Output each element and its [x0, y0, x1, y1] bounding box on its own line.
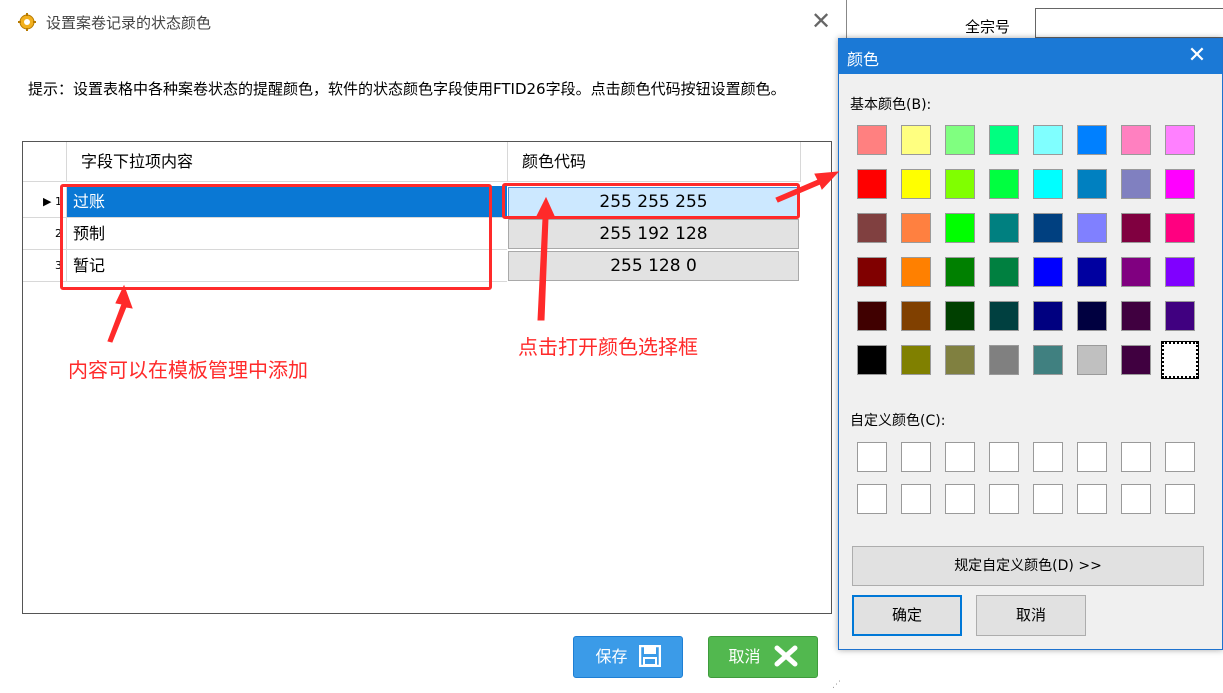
resize-grip-icon[interactable]: ⋰: [832, 680, 841, 690]
basic-color-swatch[interactable]: [857, 213, 887, 243]
custom-colors-label: 自定义颜色(C):: [850, 413, 946, 429]
basic-color-swatch[interactable]: [945, 257, 975, 287]
hint-text: 提示：设置表格中各种案卷状态的提醒颜色，软件的状态颜色字段使用FTID26字段。…: [28, 80, 786, 98]
basic-color-swatch[interactable]: [857, 125, 887, 155]
basic-color-swatch[interactable]: [945, 169, 975, 199]
ok-button[interactable]: 确定: [852, 595, 962, 636]
custom-color-swatch[interactable]: [857, 484, 887, 514]
basic-color-swatch[interactable]: [1077, 213, 1107, 243]
basic-color-swatch[interactable]: [901, 301, 931, 331]
close-x-icon: [774, 645, 798, 667]
basic-color-swatch[interactable]: [1121, 301, 1151, 331]
custom-color-swatch[interactable]: [901, 484, 931, 514]
basic-color-swatch[interactable]: [1121, 257, 1151, 287]
basic-color-swatch[interactable]: [989, 213, 1019, 243]
custom-color-swatch[interactable]: [989, 442, 1019, 472]
column-header-color-code[interactable]: 颜色代码: [508, 142, 801, 182]
save-label: 保存: [595, 647, 628, 666]
custom-color-swatch[interactable]: [945, 484, 975, 514]
basic-color-swatch[interactable]: [1033, 125, 1063, 155]
basic-color-swatch[interactable]: [857, 257, 887, 287]
custom-color-swatch[interactable]: [1165, 442, 1195, 472]
custom-color-swatch[interactable]: [1077, 484, 1107, 514]
basic-color-swatch[interactable]: [1165, 169, 1195, 199]
cancel-button[interactable]: 取消: [976, 595, 1086, 636]
custom-color-swatch[interactable]: [1165, 484, 1195, 514]
basic-color-swatch[interactable]: [1121, 125, 1151, 155]
basic-color-swatch[interactable]: [945, 301, 975, 331]
basic-color-swatch[interactable]: [989, 257, 1019, 287]
basic-color-swatch[interactable]: [989, 345, 1019, 375]
basic-color-swatch[interactable]: [1121, 169, 1151, 199]
status-color-dialog: 设置案卷记录的状态颜色 ✕ 提示：设置表格中各种案卷状态的提醒颜色，软件的状态颜…: [0, 0, 846, 693]
basic-color-swatch[interactable]: [945, 213, 975, 243]
basic-color-swatch[interactable]: [1033, 213, 1063, 243]
define-custom-colors-button[interactable]: 规定自定义颜色(D) >>: [852, 546, 1204, 586]
fonds-number-label: 全宗号: [965, 18, 1011, 36]
basic-color-swatch[interactable]: [945, 125, 975, 155]
custom-color-swatch[interactable]: [1121, 442, 1151, 472]
basic-color-swatch[interactable]: [1165, 125, 1195, 155]
basic-color-swatch[interactable]: [1165, 257, 1195, 287]
save-button[interactable]: 保存: [573, 636, 683, 678]
basic-color-swatch[interactable]: [1161, 341, 1199, 379]
click-annotation: 点击打开颜色选择框: [518, 335, 698, 359]
basic-color-swatch[interactable]: [1077, 125, 1107, 155]
basic-color-swatch[interactable]: [989, 125, 1019, 155]
basic-color-swatch[interactable]: [901, 169, 931, 199]
cancel-button[interactable]: 取消: [708, 636, 818, 678]
content-annotation: 内容可以在模板管理中添加: [68, 358, 308, 382]
custom-color-swatch[interactable]: [857, 442, 887, 472]
basic-color-swatch[interactable]: [1077, 169, 1107, 199]
custom-color-swatch[interactable]: [945, 442, 975, 472]
custom-color-swatch[interactable]: [989, 484, 1019, 514]
basic-color-swatch[interactable]: [1077, 257, 1107, 287]
basic-color-swatch[interactable]: [901, 125, 931, 155]
floppy-disk-icon: [638, 644, 661, 668]
color-picker-dialog: 颜色 ✕ 基本颜色(B): 自定义颜色(C): 规定自定义颜色(D) >> 确定…: [838, 38, 1223, 650]
basic-color-swatch[interactable]: [857, 345, 887, 375]
color-code-highlight-box: [502, 183, 800, 219]
basic-color-swatch[interactable]: [1033, 257, 1063, 287]
basic-color-swatch[interactable]: [1077, 345, 1107, 375]
close-icon[interactable]: ✕: [1179, 41, 1215, 71]
basic-color-swatch[interactable]: [1121, 213, 1151, 243]
custom-color-swatch[interactable]: [1121, 484, 1151, 514]
fonds-number-input[interactable]: [1035, 8, 1223, 38]
row-header-corner: [23, 142, 67, 182]
column-header-content[interactable]: 字段下拉项内容: [67, 142, 508, 182]
content-highlight-box: [60, 184, 492, 290]
basic-color-swatch[interactable]: [989, 169, 1019, 199]
basic-color-swatch[interactable]: [1165, 213, 1195, 243]
gear-icon: [18, 13, 36, 31]
basic-colors-label: 基本颜色(B):: [850, 97, 932, 113]
basic-color-swatch[interactable]: [1077, 301, 1107, 331]
custom-color-swatch[interactable]: [901, 442, 931, 472]
color-code-button[interactable]: 255 192 128: [508, 219, 799, 249]
color-code-button[interactable]: 255 128 0: [508, 251, 799, 281]
basic-color-swatch[interactable]: [857, 169, 887, 199]
custom-color-swatch[interactable]: [1077, 442, 1107, 472]
basic-color-swatch[interactable]: [1033, 345, 1063, 375]
close-icon[interactable]: ✕: [806, 8, 836, 34]
basic-color-swatch[interactable]: [1033, 301, 1063, 331]
custom-color-swatch[interactable]: [1033, 484, 1063, 514]
basic-color-swatch[interactable]: [901, 257, 931, 287]
basic-color-swatch[interactable]: [1165, 301, 1195, 331]
current-row-icon: ▶: [43, 195, 52, 208]
custom-color-swatch[interactable]: [1033, 442, 1063, 472]
dialog-title: 设置案卷记录的状态颜色: [46, 14, 212, 32]
color-dialog-titlebar: 颜色 ✕: [839, 39, 1222, 74]
basic-color-swatch[interactable]: [1121, 345, 1151, 375]
basic-color-swatch[interactable]: [901, 345, 931, 375]
basic-color-swatch[interactable]: [1033, 169, 1063, 199]
basic-color-swatch[interactable]: [989, 301, 1019, 331]
cancel-label: 取消: [728, 647, 761, 666]
color-dialog-title: 颜色: [847, 50, 880, 69]
basic-color-swatch[interactable]: [901, 213, 931, 243]
basic-color-swatch[interactable]: [857, 301, 887, 331]
basic-color-swatch[interactable]: [945, 345, 975, 375]
